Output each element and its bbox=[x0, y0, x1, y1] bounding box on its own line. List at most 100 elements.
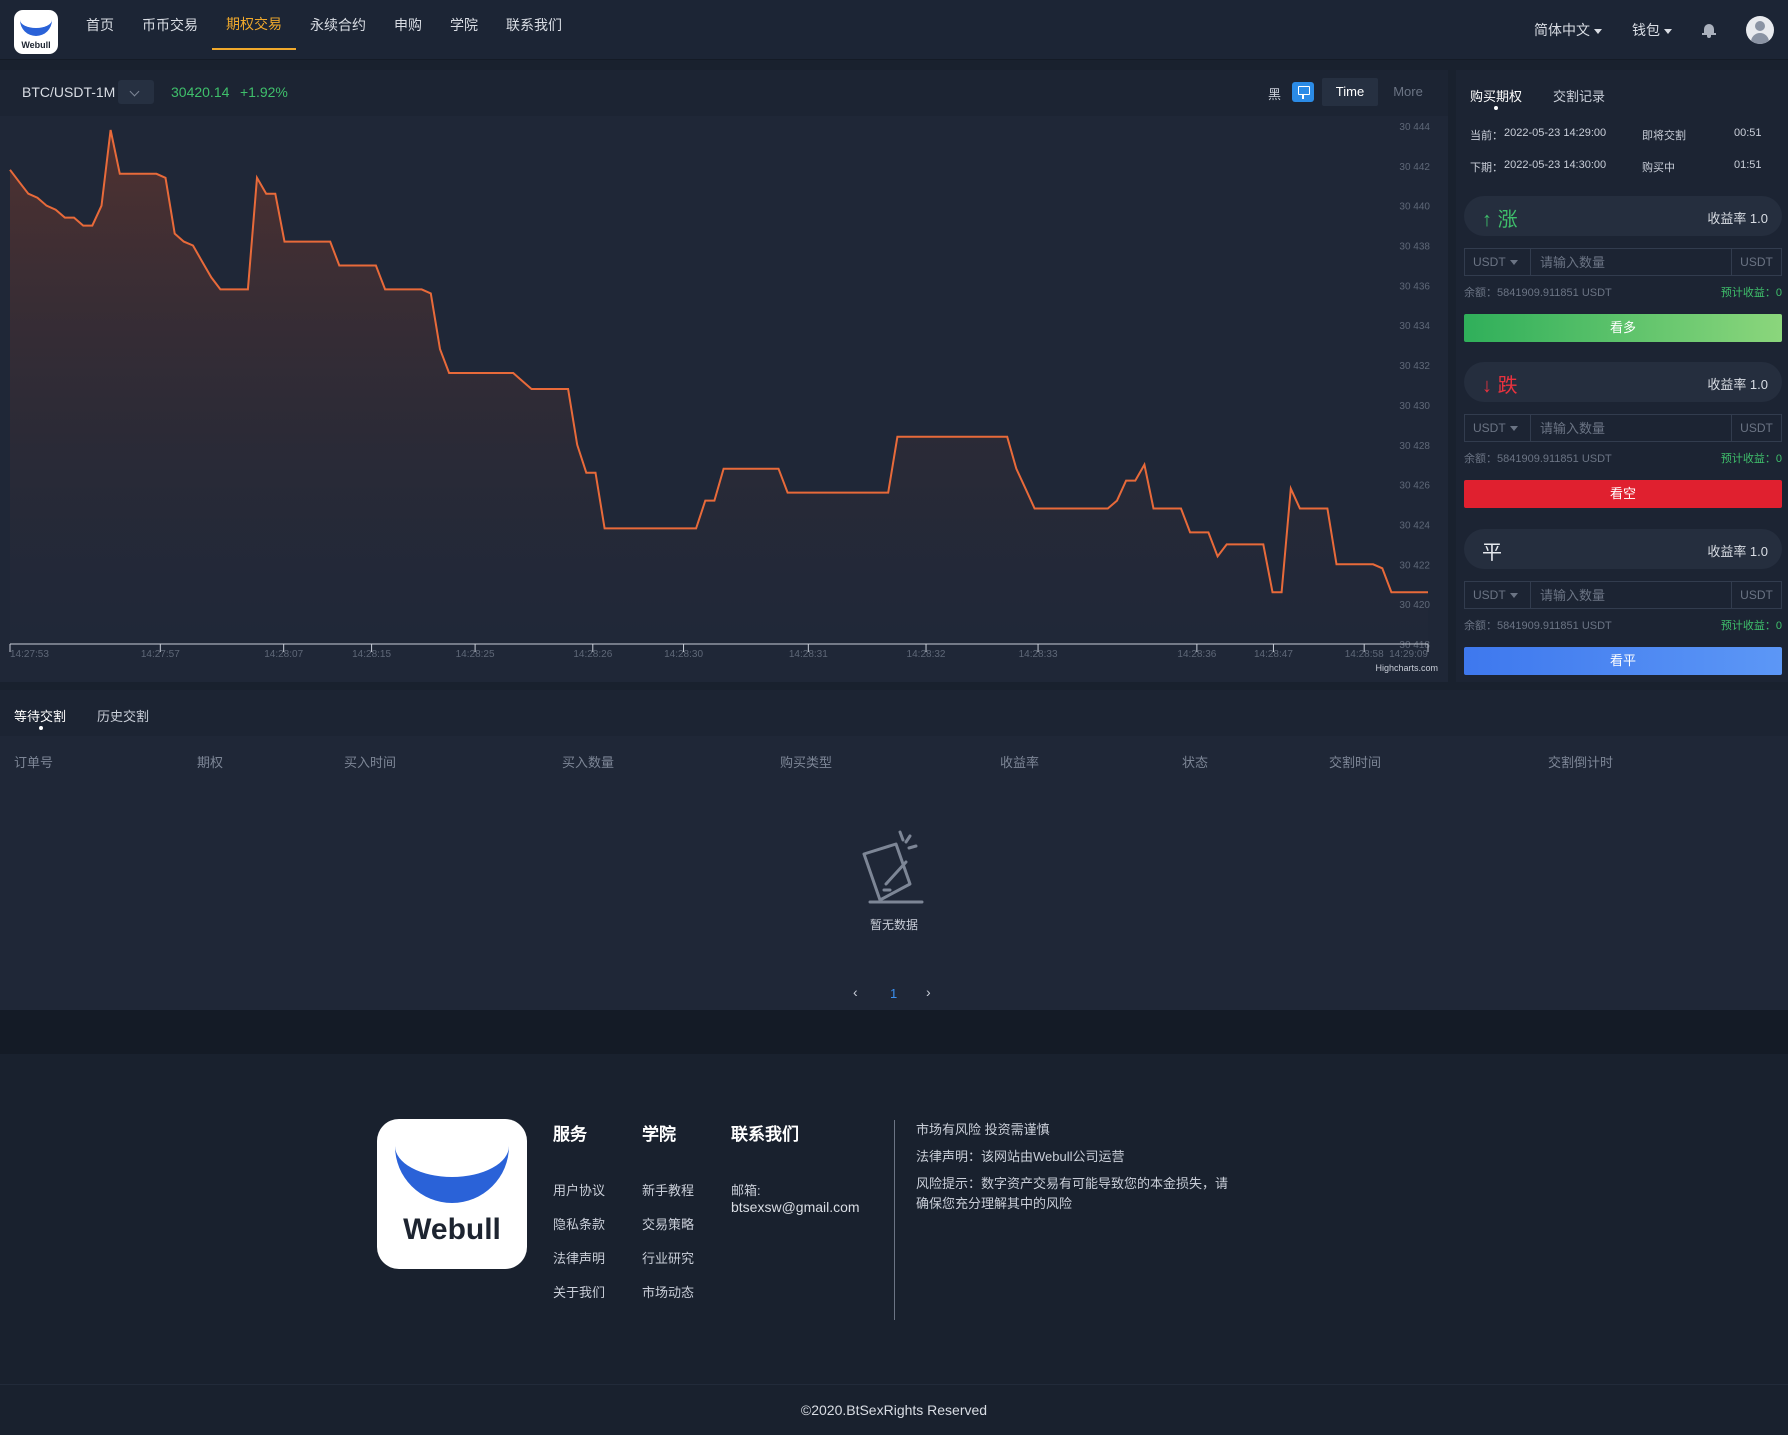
highcharts-credit: Highcharts.com bbox=[1375, 663, 1438, 673]
current-countdown: 00:51 bbox=[1734, 127, 1762, 139]
pair-label: BTC/USDT-1M bbox=[22, 84, 116, 100]
pager-page-1[interactable]: 1 bbox=[890, 986, 897, 1001]
current-label: 当前： bbox=[1470, 130, 1503, 142]
up-amount-group: USDT USDT bbox=[1464, 248, 1782, 276]
x-tick-label: 14:27:53 bbox=[10, 649, 49, 660]
footer-mail[interactable]: btsexsw@gmail.com bbox=[731, 1199, 860, 1215]
empty-text: 暂无数据 bbox=[869, 918, 918, 932]
buy-down-button[interactable]: 看空 bbox=[1464, 480, 1782, 508]
orders-section: 等待交割 历史交割 订单号 期权 买入时间 买入数量 购买类型 收益率 状态 交… bbox=[0, 690, 1788, 1010]
y-tick-label: 30 426 bbox=[1399, 481, 1430, 492]
x-tick-label: 14:28:25 bbox=[456, 649, 495, 660]
option-panel: 购买期权 交割记录 当前： 2022-05-23 14:29:00 即将交割 0… bbox=[1456, 70, 1788, 682]
footer-notice-legal: 法律声明：该网站由Webull公司运营 bbox=[916, 1149, 1125, 1164]
more-button[interactable]: More bbox=[1380, 78, 1436, 106]
tab-delivery-records[interactable]: 交割记录 bbox=[1553, 86, 1605, 105]
footer-link-privacy[interactable]: 隐私条款 bbox=[553, 1214, 605, 1233]
pager-next[interactable]: › bbox=[926, 984, 931, 1000]
last-price: 30420.14 bbox=[171, 84, 230, 100]
time-button[interactable]: Time bbox=[1322, 78, 1378, 106]
wallet-dropdown[interactable]: 钱包 bbox=[1632, 20, 1672, 40]
x-tick-label: 14:28:26 bbox=[573, 649, 612, 660]
flat-rate: 收益率 1.0 bbox=[1707, 544, 1768, 559]
down-currency-select[interactable]: USDT bbox=[1465, 415, 1531, 441]
col-buy-type: 购买类型 bbox=[780, 755, 833, 770]
chart-area-fill bbox=[10, 130, 1428, 644]
price-chart[interactable]: 30 444 30 442 30 440 30 438 30 436 30 434 30 4… bbox=[0, 116, 1448, 682]
chart-toolbar: BTC/USDT-1M 30420.14 +1.92% 黑 Time More bbox=[0, 70, 1448, 116]
buy-up-button[interactable]: 看多 bbox=[1464, 314, 1782, 342]
top-navbar: Webull 首页 币币交易 期权交易 永续合约 申购 学院 联系我们 简体中文… bbox=[0, 0, 1788, 60]
tab-pending-delivery[interactable]: 等待交割 bbox=[14, 706, 66, 725]
footer-link-legal[interactable]: 法律声明 bbox=[553, 1248, 605, 1267]
chevron-down-icon bbox=[1509, 260, 1518, 266]
nav-item-subscribe[interactable]: 申购 bbox=[380, 0, 436, 50]
user-avatar[interactable] bbox=[1746, 16, 1774, 44]
down-rate: 收益率 1.0 bbox=[1707, 377, 1768, 392]
tab-buy-option[interactable]: 购买期权 bbox=[1470, 86, 1522, 105]
y-tick-label: 30 424 bbox=[1399, 520, 1430, 531]
up-currency-select[interactable]: USDT bbox=[1465, 249, 1531, 275]
active-tab-dot bbox=[39, 726, 43, 730]
nav-item-contact[interactable]: 联系我们 bbox=[492, 0, 576, 50]
x-tick-label: 14:28:31 bbox=[789, 649, 828, 660]
nav-right: 简体中文 钱包 bbox=[1534, 0, 1788, 60]
y-tick-label: 30 428 bbox=[1399, 441, 1430, 452]
footer-col-academy: 学院 bbox=[642, 1125, 676, 1144]
footer-divider bbox=[894, 1120, 895, 1320]
nav-item-perpetual[interactable]: 永续合约 bbox=[296, 0, 380, 50]
footer-link-beginner[interactable]: 新手教程 bbox=[642, 1180, 694, 1199]
footer-link-news[interactable]: 市场动态 bbox=[642, 1282, 694, 1301]
nav-item-home[interactable]: 首页 bbox=[72, 0, 128, 50]
footer: Webull 服务 学院 联系我们 用户协议 隐私条款 法律声明 关于我们 新手… bbox=[0, 1054, 1788, 1384]
footer-logo: Webull bbox=[377, 1119, 527, 1269]
x-tick-label: 14:29:09 bbox=[1389, 649, 1428, 660]
y-tick-label: 30 438 bbox=[1399, 242, 1430, 253]
tab-history-delivery[interactable]: 历史交割 bbox=[97, 706, 149, 725]
chevron-down-icon bbox=[1664, 28, 1672, 34]
copyright: ©2020.BtSexRights Reserved bbox=[0, 1384, 1788, 1434]
logo-text: Webull bbox=[21, 40, 51, 50]
next-label: 下期： bbox=[1470, 162, 1503, 174]
chevron-down-icon bbox=[1509, 426, 1518, 432]
webull-logo[interactable]: Webull bbox=[14, 10, 58, 54]
footer-logo-text: Webull bbox=[403, 1213, 501, 1246]
nav-item-options[interactable]: 期权交易 bbox=[212, 0, 296, 50]
col-countdown: 交割倒计时 bbox=[1548, 755, 1614, 770]
x-tick-label: 14:28:47 bbox=[1254, 649, 1293, 660]
y-tick-label: 30 440 bbox=[1399, 202, 1430, 213]
bell-icon[interactable] bbox=[1702, 23, 1716, 38]
up-rate: 收益率 1.0 bbox=[1707, 211, 1768, 226]
buy-flat-button[interactable]: 看平 bbox=[1464, 647, 1782, 675]
pager-prev[interactable]: ‹ bbox=[853, 984, 858, 1000]
flat-amount-input[interactable] bbox=[1532, 582, 1730, 608]
main-menu: 首页 币币交易 期权交易 永续合约 申购 学院 联系我们 bbox=[72, 0, 576, 60]
nav-item-academy[interactable]: 学院 bbox=[436, 0, 492, 50]
footer-mail-label: 邮箱: bbox=[731, 1183, 761, 1198]
x-tick-label: 14:28:30 bbox=[664, 649, 703, 660]
up-amount-input[interactable] bbox=[1532, 249, 1730, 275]
pair-dropdown[interactable] bbox=[118, 80, 154, 104]
col-order-no: 订单号 bbox=[14, 755, 54, 770]
y-tick-label: 30 432 bbox=[1399, 361, 1430, 372]
down-balance-row: 余额：5841909.911851 USDT 预计收益：0 bbox=[1464, 450, 1782, 466]
language-dropdown[interactable]: 简体中文 bbox=[1534, 20, 1602, 40]
x-tick-label: 14:28:15 bbox=[352, 649, 391, 660]
direction-flat-card: 平 收益率 1.0 bbox=[1464, 529, 1782, 569]
footer-link-user-agreement[interactable]: 用户协议 bbox=[553, 1180, 605, 1199]
footer-link-about[interactable]: 关于我们 bbox=[553, 1282, 605, 1301]
nav-item-spot[interactable]: 币币交易 bbox=[128, 0, 212, 50]
language-label: 简体中文 bbox=[1534, 22, 1590, 38]
y-tick-label: 30 436 bbox=[1399, 281, 1430, 292]
flat-currency-select[interactable]: USDT bbox=[1465, 582, 1531, 608]
order-tabs: 等待交割 历史交割 bbox=[0, 690, 1788, 736]
footer-link-research[interactable]: 行业研究 bbox=[642, 1248, 694, 1267]
current-status: 即将交割 bbox=[1642, 130, 1686, 142]
col-yield: 收益率 bbox=[1000, 755, 1040, 770]
arrow-down-icon: ↓ bbox=[1482, 375, 1492, 397]
down-estimate: 预计收益：0 bbox=[1720, 453, 1782, 465]
down-amount-input[interactable] bbox=[1532, 415, 1730, 441]
monitor-icon[interactable] bbox=[1292, 82, 1314, 102]
x-tick-label: 14:28:33 bbox=[1019, 649, 1058, 660]
footer-link-strategy[interactable]: 交易策略 bbox=[642, 1214, 694, 1233]
